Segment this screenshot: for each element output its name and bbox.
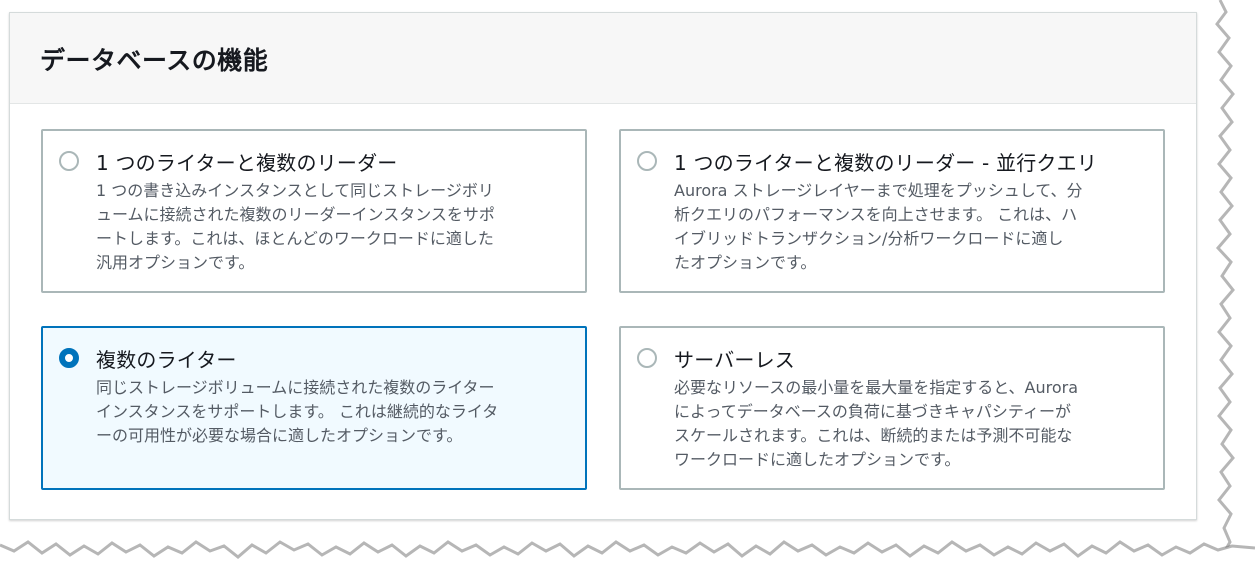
option-description: 同じストレージボリュームに接続された複数のライター インスタンスをサポートします… bbox=[96, 376, 566, 448]
option-tile-multiple-writers[interactable]: 複数のライター 同じストレージボリュームに接続された複数のライター インスタンス… bbox=[41, 326, 587, 490]
torn-edge-right bbox=[1200, 0, 1235, 572]
screenshot-stage: データベースの機能 1 つのライターと複数のリーダー 1 つの書き込みインスタン… bbox=[0, 0, 1255, 572]
option-tile-serverless[interactable]: サーバーレス 必要なリソースの最小量を最大量を指定すると、Aurora によって… bbox=[619, 326, 1165, 490]
option-tile-parallel-query[interactable]: 1 つのライターと複数のリーダー - 並行クエリ Aurora ストレージレイヤ… bbox=[619, 129, 1165, 293]
option-description-line: 必要なリソースの最小量を最大量を指定すると、Aurora bbox=[674, 378, 1079, 397]
option-description-line: スケールされます。これは、断続的または予測不可能な bbox=[674, 426, 1073, 445]
option-description-line: ーの可用性が必要な場合に適したオプションです。 bbox=[96, 426, 463, 445]
radio-button[interactable] bbox=[59, 151, 79, 171]
option-description-line: 汎用オプションです。 bbox=[96, 253, 255, 272]
radio-button[interactable] bbox=[637, 151, 657, 171]
option-title: 1 つのライターと複数のリーダー - 並行クエリ bbox=[674, 151, 1098, 175]
option-description: Aurora ストレージレイヤーまで処理をプッシュして、分 析クエリのパフォーマ… bbox=[674, 179, 1144, 275]
option-description-line: によってデータベースの負荷に基づきキャパシティーが bbox=[674, 402, 1071, 421]
option-description-line: ワークロードに適したオプションです。 bbox=[674, 450, 961, 469]
option-description: 必要なリソースの最小量を最大量を指定すると、Aurora によってデータベースの… bbox=[674, 376, 1144, 472]
option-title: 1 つのライターと複数のリーダー bbox=[96, 151, 398, 175]
panel-title: データベースの機能 bbox=[40, 46, 269, 75]
option-description-line: たオプションです。 bbox=[674, 253, 817, 272]
option-description: 1 つの書き込みインスタンスとして同じストレージボリ ュームに接続された複数のリ… bbox=[96, 179, 566, 275]
option-description-line: Aurora ストレージレイヤーまで処理をプッシュして、分 bbox=[674, 181, 1083, 200]
option-description-line: イブリッドトランザクション/分析ワークロードに適し bbox=[674, 229, 1064, 248]
option-title: サーバーレス bbox=[674, 348, 795, 372]
radio-button[interactable] bbox=[637, 348, 657, 368]
option-description-line: 同じストレージボリュームに接続された複数のライター bbox=[96, 378, 495, 397]
option-tile-single-writer-multiple-readers[interactable]: 1 つのライターと複数のリーダー 1 つの書き込みインスタンスとして同じストレー… bbox=[41, 129, 587, 293]
database-features-panel: データベースの機能 1 つのライターと複数のリーダー 1 つの書き込みインスタン… bbox=[9, 12, 1197, 520]
panel-header: データベースの機能 bbox=[10, 13, 1196, 104]
radio-button[interactable] bbox=[59, 348, 79, 368]
option-description-line: ュームに接続された複数のリーダーインスタンスをサポ bbox=[96, 205, 495, 224]
option-title: 複数のライター bbox=[96, 348, 237, 372]
option-description-line: インスタンスをサポートします。 これは継続的なライタ bbox=[96, 402, 499, 421]
option-description-line: 析クエリのパフォーマンスを向上させます。 これは、ハ bbox=[674, 205, 1078, 224]
torn-edge-bottom bbox=[0, 540, 1255, 572]
option-description-line: ートします。これは、ほとんどのワークロードに適した bbox=[96, 229, 494, 248]
option-description-line: 1 つの書き込みインスタンスとして同じストレージボリ bbox=[96, 181, 494, 200]
